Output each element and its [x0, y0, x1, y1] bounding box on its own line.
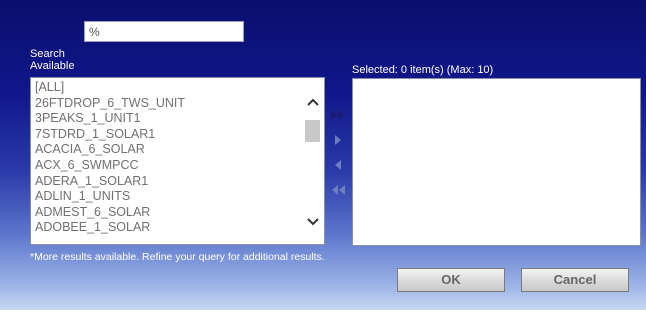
list-item[interactable]: ADOBEE_1_SOLAR [35, 220, 302, 236]
chevron-up-icon[interactable] [304, 94, 322, 110]
right-arrow-icon[interactable] [330, 133, 346, 147]
select-items-dialog: Search Available Selected: 0 item(s) (Ma… [0, 0, 646, 310]
scroll-thumb[interactable] [305, 120, 320, 142]
list-item[interactable]: ADERA_1_SOLAR1 [35, 174, 302, 190]
search-input[interactable] [84, 21, 244, 42]
chevron-down-icon[interactable] [304, 214, 322, 230]
left-arrow-icon[interactable] [330, 158, 346, 172]
list-item[interactable]: ACACIA_6_SOLAR [35, 142, 302, 158]
selected-list[interactable] [352, 78, 641, 246]
list-item[interactable]: 26FTDROP_6_TWS_UNIT [35, 96, 302, 112]
double-left-arrow-icon[interactable] [330, 183, 346, 197]
list-item[interactable]: ACX_6_SWMPCC [35, 158, 302, 174]
ok-button[interactable]: OK [397, 268, 505, 292]
list-item[interactable]: ADMEST_6_SOLAR [35, 205, 302, 221]
list-item[interactable]: ADLIN_1_UNITS [35, 189, 302, 205]
double-right-arrow-icon[interactable] [330, 108, 346, 122]
cancel-button[interactable]: Cancel [521, 268, 629, 292]
list-item[interactable]: [ALL] [35, 80, 302, 96]
more-results-note: *More results available. Refine your que… [30, 251, 325, 263]
available-scrollbar[interactable] [304, 92, 322, 230]
available-label: Available [30, 60, 75, 72]
selected-label: Selected: 0 item(s) (Max: 10) [352, 64, 494, 76]
list-item[interactable]: 3PEAKS_1_UNIT1 [35, 111, 302, 127]
list-item[interactable]: 7STDRD_1_SOLAR1 [35, 127, 302, 143]
search-label: Search [30, 48, 65, 60]
available-items: [ALL] 26FTDROP_6_TWS_UNIT 3PEAKS_1_UNIT1… [35, 80, 302, 236]
available-list[interactable]: [ALL] 26FTDROP_6_TWS_UNIT 3PEAKS_1_UNIT1… [30, 77, 325, 245]
